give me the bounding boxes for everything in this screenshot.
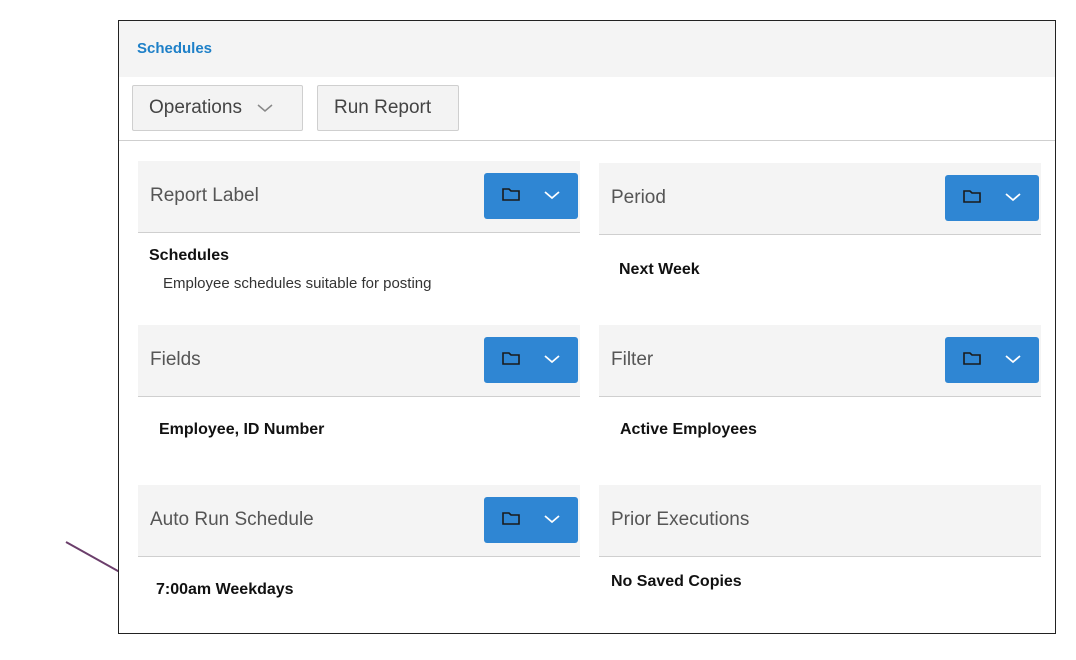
panel-menu-button[interactable] <box>484 497 578 543</box>
filter-value: Active Employees <box>620 421 757 438</box>
chevron-down-icon <box>256 97 274 119</box>
report-label-description: Employee schedules suitable for posting <box>163 275 432 292</box>
panel-header: Report Label <box>138 161 580 233</box>
panel-menu-button[interactable] <box>484 173 578 219</box>
operations-label: Operations <box>149 97 242 118</box>
period-value: Next Week <box>619 261 700 278</box>
panel-header: Auto Run Schedule <box>138 485 580 557</box>
chevron-down-icon <box>543 511 561 529</box>
panel-menu-button[interactable] <box>945 337 1039 383</box>
title-bar: Schedules <box>119 21 1055 77</box>
panel-title: Prior Executions <box>611 509 750 530</box>
panel-title: Report Label <box>150 185 259 206</box>
prior-executions-value: No Saved Copies <box>611 573 742 590</box>
panel-header: Prior Executions <box>599 485 1041 557</box>
report-label-value: Schedules <box>149 247 230 264</box>
panel-header: Period <box>599 163 1041 235</box>
folder-icon <box>962 350 982 371</box>
panel-title: Period <box>611 187 666 208</box>
operations-dropdown[interactable]: Operations <box>132 85 303 131</box>
folder-icon <box>501 510 521 531</box>
panel-menu-button[interactable] <box>945 175 1039 221</box>
auto-run-value: 7:00am Weekdays <box>156 581 294 598</box>
toolbar: Operations Run Report <box>119 77 1055 141</box>
fields-value: Employee, ID Number <box>159 421 325 438</box>
report-window: Schedules Operations Run Report Report L… <box>118 20 1056 634</box>
folder-icon <box>962 188 982 209</box>
panel-menu-button[interactable] <box>484 337 578 383</box>
chevron-down-icon <box>1004 189 1022 207</box>
window-title: Schedules <box>137 40 213 57</box>
folder-icon <box>501 350 521 371</box>
panel-title: Fields <box>150 349 201 370</box>
panel-header: Fields <box>138 325 580 397</box>
panel-title: Auto Run Schedule <box>150 509 314 530</box>
chevron-down-icon <box>543 351 561 369</box>
run-report-label: Run Report <box>334 97 432 118</box>
folder-icon <box>501 186 521 207</box>
run-report-button[interactable]: Run Report <box>317 85 459 131</box>
panel-title: Filter <box>611 349 654 370</box>
chevron-down-icon <box>1004 351 1022 369</box>
chevron-down-icon <box>543 187 561 205</box>
panel-header: Filter <box>599 325 1041 397</box>
